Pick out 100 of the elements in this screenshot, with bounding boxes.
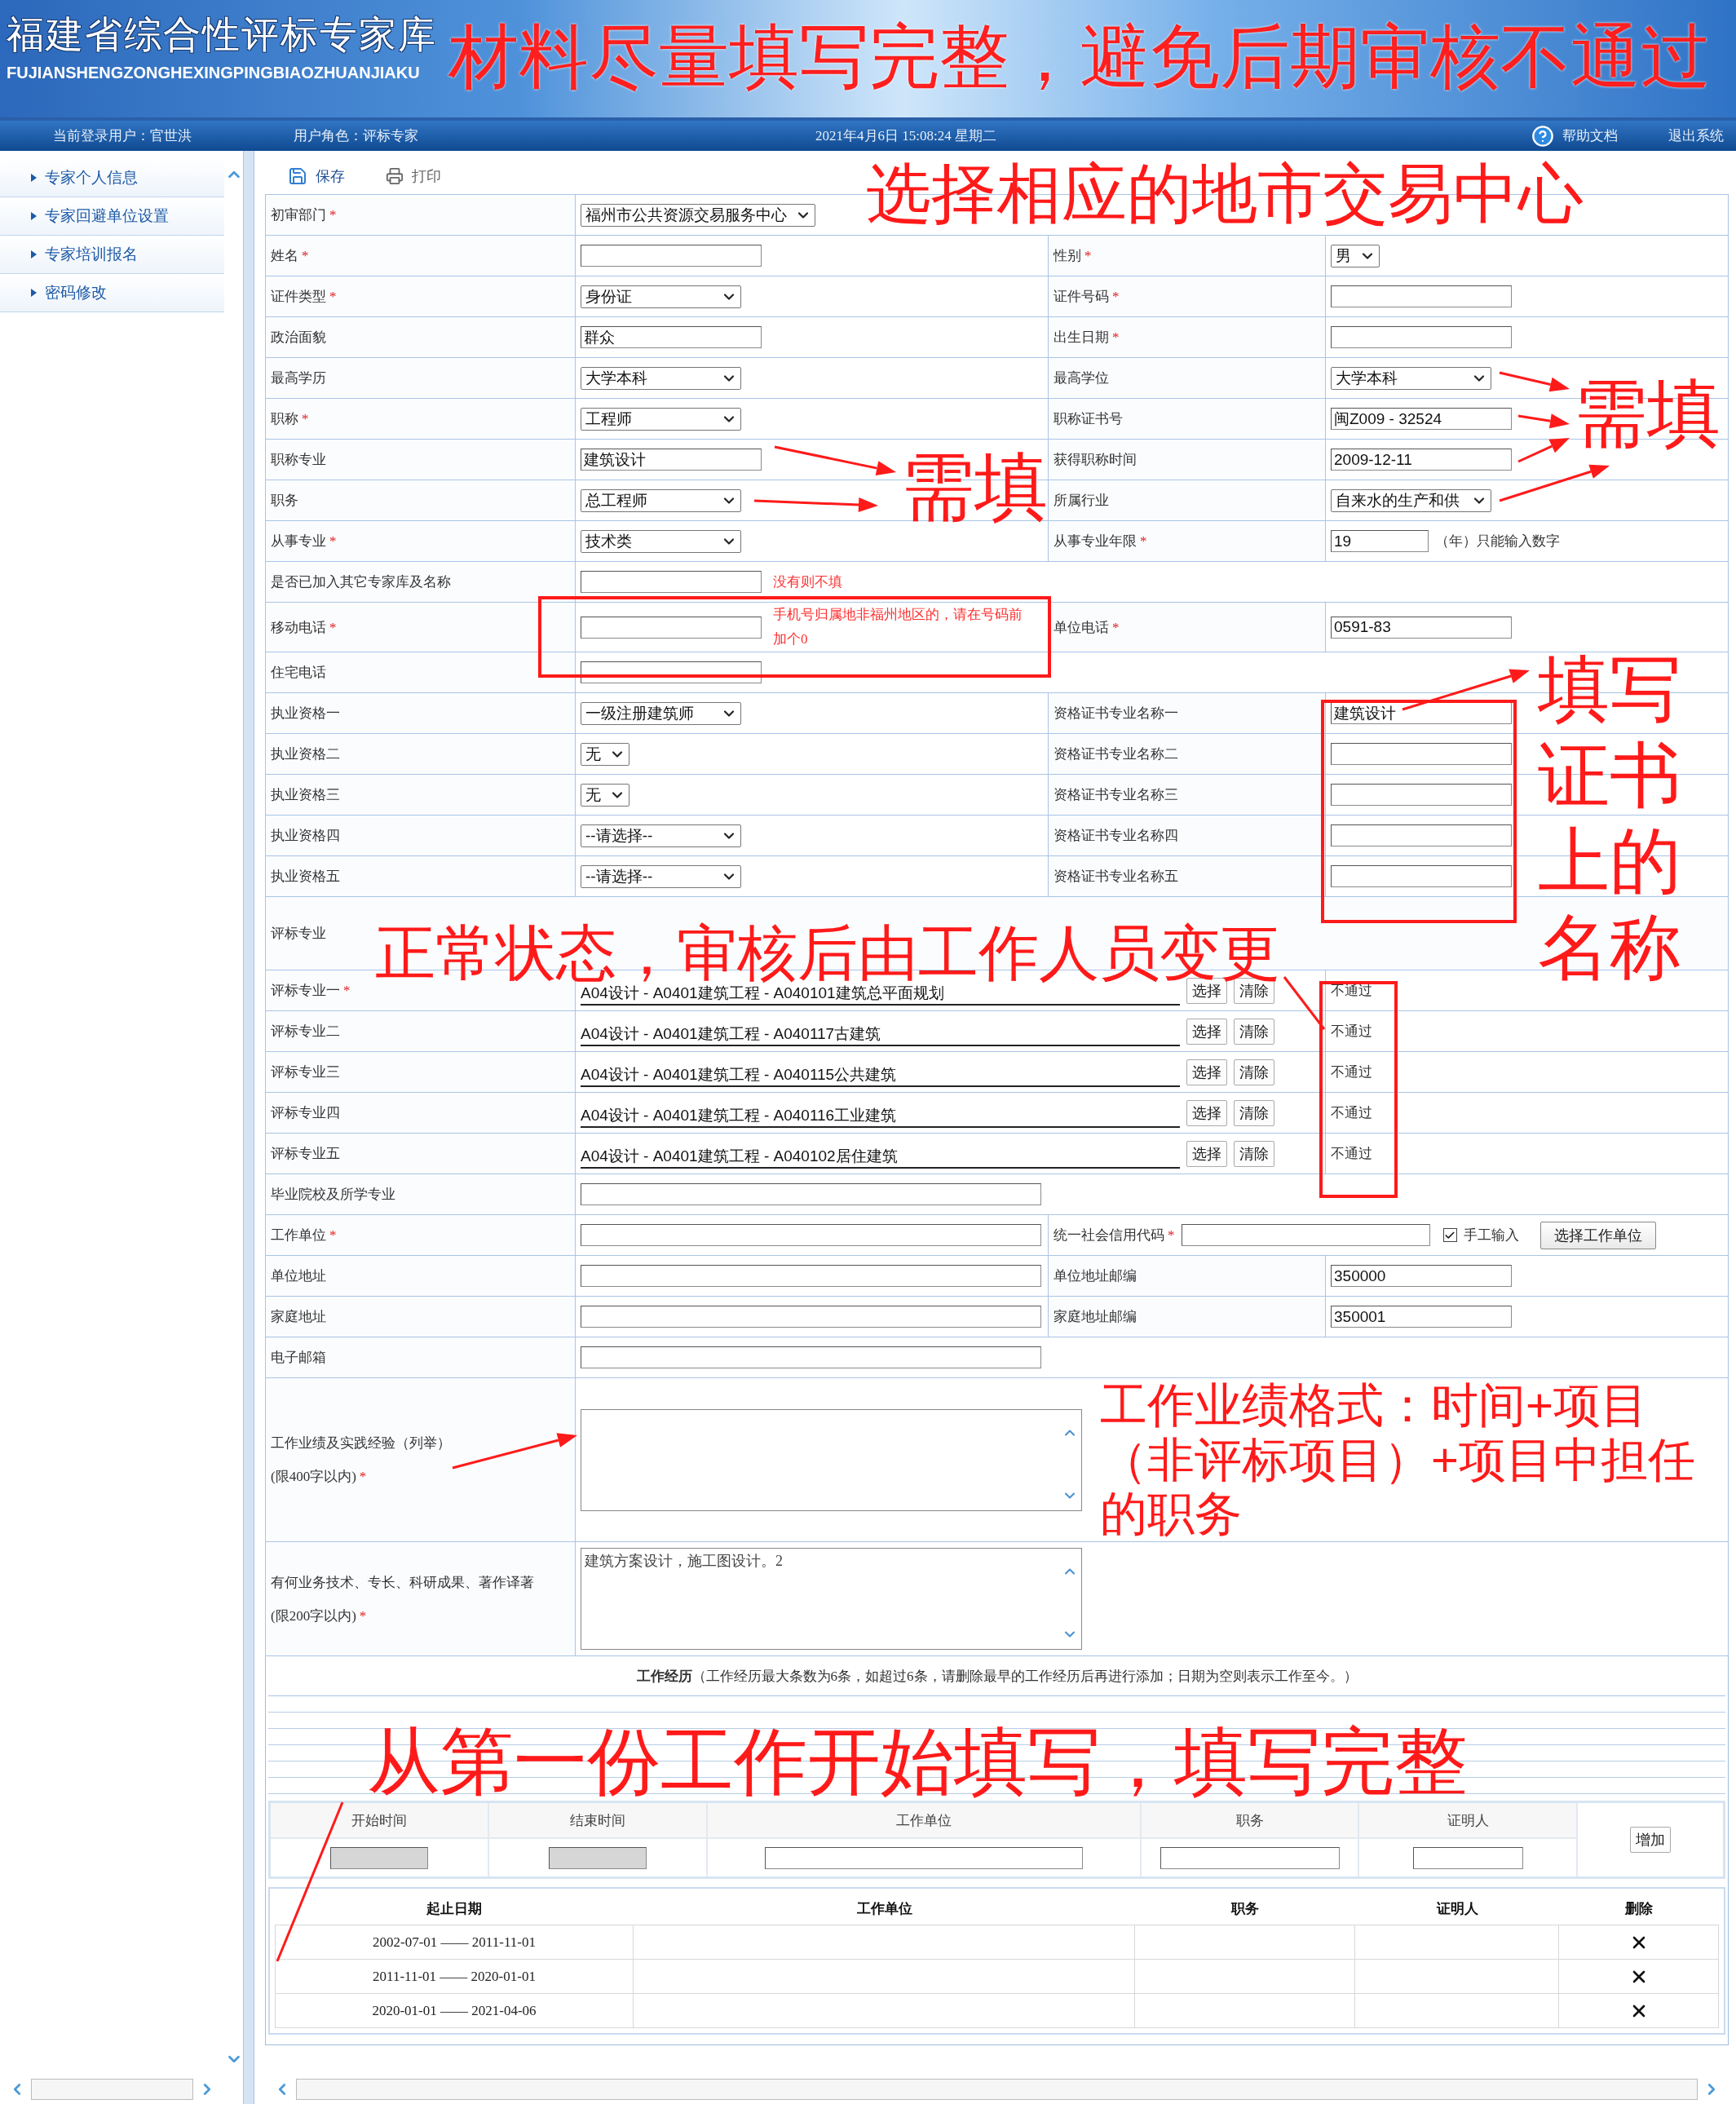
text-input[interactable]: 0591-83 <box>1331 616 1512 639</box>
text-input[interactable] <box>1331 784 1512 806</box>
text-input[interactable] <box>1331 285 1512 307</box>
dropdown[interactable]: 无 <box>581 783 629 807</box>
table-cell: 2011-11-01 —— 2020-01-01 <box>275 1959 634 1994</box>
logout-link[interactable]: 退出系统 <box>1668 126 1724 145</box>
text-input[interactable]: 2009-12-11 <box>1331 449 1512 471</box>
field-label: 政治面貌 <box>271 329 326 347</box>
field-label: 资格证书专业名称四 <box>1054 827 1178 845</box>
text-input[interactable] <box>765 1846 1083 1869</box>
form-button[interactable]: 选择 <box>1186 1099 1227 1126</box>
text-input[interactable]: 建筑设计 <box>581 449 762 471</box>
field-label: 获得职称时间 <box>1054 451 1137 469</box>
dropdown[interactable]: 一级注册建筑师 <box>581 701 741 725</box>
column-header: 工作单位 <box>896 1811 952 1830</box>
text-input[interactable] <box>581 1346 1041 1368</box>
field-label: 职称证书号 <box>1054 410 1123 428</box>
help-link[interactable]: 帮助文档 <box>1562 126 1618 145</box>
text-input[interactable] <box>581 1265 1041 1287</box>
column-header: 结束时间 <box>570 1811 625 1830</box>
text-input[interactable] <box>581 245 762 267</box>
printer-icon <box>386 166 404 185</box>
form-button[interactable]: 清除 <box>1234 1099 1274 1126</box>
field-label: (限400字以内) * <box>271 1468 368 1487</box>
field-label: 有何业务技术、专长、科研成果、著作译著 <box>271 1573 534 1592</box>
annotation-text: 工作业绩格式：时间+项目（非评标项目）+项目中担任的职务 <box>1100 1378 1696 1542</box>
annotation-text: 材料尽量填写完整，避免后期审核不通过 <box>448 21 1711 91</box>
dropdown[interactable]: 工程师 <box>581 407 741 431</box>
field-label: 职务 <box>271 492 298 510</box>
field-label: 执业资格二 <box>271 745 340 763</box>
text-input[interactable] <box>1412 1846 1523 1869</box>
scrollbar-track[interactable] <box>31 2079 193 2100</box>
dropdown[interactable]: 总工程师 <box>581 488 741 512</box>
user-text: 当前登录用户：官世洪 <box>53 127 192 145</box>
form-button[interactable]: 清除 <box>1234 1059 1274 1085</box>
select-company-button[interactable]: 选择工作单位 <box>1539 1221 1656 1249</box>
field-label: 家庭地址 <box>271 1308 326 1326</box>
text-input[interactable] <box>1331 743 1512 765</box>
text-input[interactable] <box>1331 824 1512 846</box>
column-header: 职务 <box>1231 1899 1259 1918</box>
text-input[interactable] <box>581 1306 1041 1328</box>
hint-text: 手机号归属地非福州地区的，请在号码前加个0 <box>773 606 1023 648</box>
dropdown[interactable]: 无 <box>581 742 629 766</box>
form-button[interactable]: 选择 <box>1186 1018 1227 1045</box>
text-area[interactable]: 建筑方案设计，施工图设计。2 <box>581 1548 1082 1651</box>
field-label: 所属行业 <box>1054 492 1109 510</box>
form-button[interactable]: 选择 <box>1186 1140 1227 1167</box>
text-input[interactable]: 350000 <box>1331 1265 1512 1287</box>
field-label: 执业资格五 <box>271 868 340 886</box>
history-note: 工作经历（工作经历最大条数为6条，如超过6条，请删除最早的工作经历后再进行添加；日期为空则表示工作至今。） <box>636 1667 1358 1686</box>
field-label: 姓名 * <box>271 247 309 265</box>
field-label: 资格证书专业名称三 <box>1054 786 1178 804</box>
text-input[interactable] <box>581 571 762 593</box>
site-title: 福建省综合性评标专家库 <box>7 13 437 57</box>
checkbox[interactable] <box>1442 1228 1457 1242</box>
text-input[interactable]: 19 <box>1331 530 1429 552</box>
text-input[interactable]: 群众 <box>581 326 762 348</box>
text-input[interactable] <box>1160 1846 1340 1869</box>
dropdown[interactable]: --请选择-- <box>581 864 741 888</box>
scrollbar-track[interactable] <box>296 2079 1698 2100</box>
field-label: (限200字以内) * <box>271 1607 368 1625</box>
column-header: 起止日期 <box>426 1899 482 1918</box>
text-input[interactable] <box>581 1183 1041 1205</box>
dropdown[interactable]: 自来水的生产和供 <box>1331 488 1491 512</box>
review-status: 不通过 <box>1331 1104 1372 1122</box>
field-label: 最高学位 <box>1054 369 1109 387</box>
text-input[interactable]: 建筑设计 <box>1331 702 1512 724</box>
form-button[interactable]: 清除 <box>1234 1018 1274 1045</box>
dropdown[interactable]: 福州市公共资源交易服务中心 <box>581 203 815 227</box>
text-input[interactable] <box>581 1224 1041 1246</box>
dropdown[interactable]: 大学本科 <box>1331 366 1491 390</box>
site-subtitle: FUJIANSHENGZONGHEXINGPINGBIAOZHUANJIAKU <box>7 64 421 82</box>
field-label: 执业资格一 <box>271 705 340 723</box>
toolbar-button[interactable]: 保存 <box>288 166 345 186</box>
dropdown[interactable]: 身份证 <box>581 285 741 308</box>
field-label: 单位地址邮编 <box>1054 1267 1137 1285</box>
text-input[interactable] <box>581 616 762 639</box>
dropdown[interactable]: 大学本科 <box>581 366 741 390</box>
text-input[interactable] <box>1331 865 1512 887</box>
field-label: 是否已加入其它专家库及名称 <box>271 573 451 591</box>
annotation-text: 需填 <box>901 450 1048 524</box>
field-label: 资格证书专业名称一 <box>1054 705 1178 723</box>
field-label: 出生日期 * <box>1054 329 1120 347</box>
field-label: 统一社会信用代码 * <box>1054 1227 1175 1244</box>
field-label: 评标专业 <box>271 925 326 943</box>
toolbar-button[interactable]: 打印 <box>386 166 441 186</box>
form-button[interactable]: 清除 <box>1234 1140 1274 1167</box>
form-button[interactable]: 选择 <box>1186 1059 1227 1085</box>
text-input[interactable] <box>1331 326 1512 348</box>
annotation-text: 需填 <box>1574 377 1721 450</box>
dropdown[interactable]: 技术类 <box>581 529 741 553</box>
text-input[interactable]: 350001 <box>1331 1306 1512 1328</box>
text-input[interactable] <box>1181 1224 1430 1246</box>
dropdown[interactable]: --请选择-- <box>581 824 741 847</box>
text-input[interactable]: 闽Z009 - 32524 <box>1331 408 1512 430</box>
triangle-icon <box>31 289 37 297</box>
add-button[interactable]: 增加 <box>1630 1827 1671 1854</box>
help-icon[interactable] <box>1531 124 1554 148</box>
field-label: 最高学历 <box>271 369 326 387</box>
dropdown[interactable]: 男 <box>1331 244 1380 267</box>
